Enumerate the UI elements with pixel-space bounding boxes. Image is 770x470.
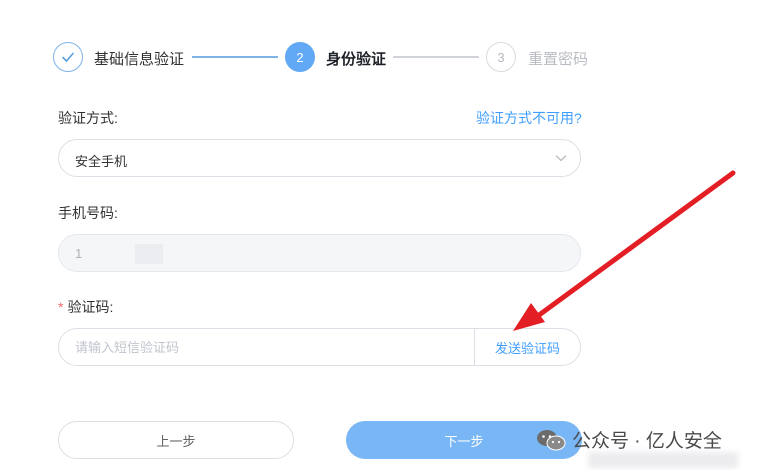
- step-1-circle: [53, 42, 83, 72]
- phone-label: 手机号码:: [58, 205, 118, 221]
- watermark: 公众号 · 亿人安全: [536, 426, 722, 453]
- check-icon: [62, 52, 74, 62]
- watermark-blur: [588, 452, 738, 468]
- phone-redaction: [135, 244, 163, 264]
- method-unavailable-link[interactable]: 验证方式不可用?: [476, 108, 582, 128]
- required-mark: *: [58, 299, 64, 315]
- step-3-circle: 3: [486, 42, 516, 72]
- code-label-text: 验证码:: [67, 299, 114, 315]
- step-3-label: 重置密码: [528, 51, 589, 68]
- method-select-value: 安全手机: [75, 154, 128, 169]
- step-connector-1: [192, 56, 278, 58]
- code-label: * 验证码:: [58, 297, 113, 317]
- code-field: 发送验证码: [58, 328, 581, 366]
- method-select[interactable]: 安全手机: [58, 139, 581, 177]
- chevron-down-icon: [555, 155, 567, 162]
- stepper: 基础信息验证 2 身份验证 3 重置密码: [50, 40, 610, 74]
- phone-field: 1: [58, 234, 581, 272]
- watermark-text: 公众号 · 亿人安全: [572, 431, 722, 452]
- step-1-label: 基础信息验证: [94, 51, 185, 68]
- step-connector-2: [393, 56, 479, 58]
- step-2-circle: 2: [285, 42, 315, 72]
- method-label: 验证方式:: [58, 110, 118, 126]
- step-2-label: 身份验证: [326, 51, 387, 68]
- wechat-icon: [537, 429, 566, 450]
- code-input[interactable]: [59, 329, 475, 365]
- phone-value: 1: [75, 246, 83, 261]
- prev-button[interactable]: 上一步: [58, 421, 294, 459]
- send-code-button[interactable]: 发送验证码: [474, 329, 580, 365]
